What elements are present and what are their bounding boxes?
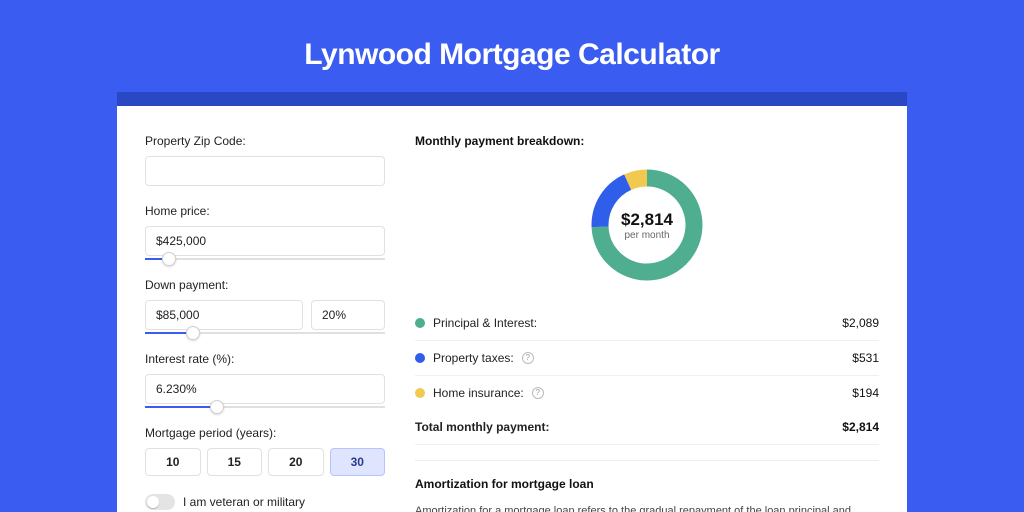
payment-donut-chart: $2,814 per month [586, 164, 708, 286]
breakdown-label: Property taxes: [433, 351, 514, 365]
info-icon[interactable]: ? [532, 387, 544, 399]
legend-dot [415, 318, 425, 328]
homeprice-label: Home price: [145, 204, 385, 218]
amortization-title: Amortization for mortgage loan [415, 477, 879, 491]
rate-label: Interest rate (%): [145, 352, 385, 366]
slider-thumb[interactable] [210, 400, 224, 414]
zip-field: Property Zip Code: [145, 134, 385, 186]
slider-thumb[interactable] [162, 252, 176, 266]
breakdown-value: $194 [852, 386, 879, 400]
breakdown-value: $531 [852, 351, 879, 365]
period-option-20[interactable]: 20 [268, 448, 324, 476]
form-panel: Property Zip Code: Home price: Down paym… [145, 134, 385, 512]
legend-dot [415, 353, 425, 363]
zip-input[interactable] [145, 156, 385, 186]
rate-slider[interactable] [145, 406, 385, 408]
breakdown-label: Principal & Interest: [433, 316, 537, 330]
rate-input[interactable] [145, 374, 385, 404]
period-label: Mortgage period (years): [145, 426, 385, 440]
period-field: Mortgage period (years): 10152030 [145, 426, 385, 476]
homeprice-slider[interactable] [145, 258, 385, 260]
breakdown-label: Home insurance: [433, 386, 524, 400]
page-title: Lynwood Mortgage Calculator [304, 38, 719, 72]
period-option-15[interactable]: 15 [207, 448, 263, 476]
total-value: $2,814 [842, 420, 879, 434]
downpayment-label: Down payment: [145, 278, 385, 292]
veteran-row: I am veteran or military [145, 494, 385, 510]
card-shadow: Property Zip Code: Home price: Down paym… [117, 92, 907, 512]
downpayment-amount-input[interactable] [145, 300, 303, 330]
donut-wrap: $2,814 per month [415, 164, 879, 286]
breakdown-panel: Monthly payment breakdown: $2,814 per mo… [415, 134, 879, 512]
zip-label: Property Zip Code: [145, 134, 385, 148]
donut-center: $2,814 per month [586, 164, 708, 286]
period-option-30[interactable]: 30 [330, 448, 386, 476]
total-label: Total monthly payment: [415, 420, 549, 434]
period-option-10[interactable]: 10 [145, 448, 201, 476]
breakdown-row: Home insurance:? $194 [415, 376, 879, 410]
page-background: Lynwood Mortgage Calculator Property Zip… [0, 0, 1024, 512]
downpayment-percent-input[interactable] [311, 300, 385, 330]
breakdown-row: Principal & Interest: $2,089 [415, 306, 879, 341]
calculator-card: Property Zip Code: Home price: Down paym… [117, 106, 907, 512]
downpayment-field: Down payment: [145, 278, 385, 334]
toggle-knob [147, 496, 159, 508]
donut-amount: $2,814 [621, 210, 673, 230]
breakdown-title: Monthly payment breakdown: [415, 134, 879, 148]
amortization-text: Amortization for a mortgage loan refers … [415, 503, 879, 512]
info-icon[interactable]: ? [522, 352, 534, 364]
rate-field: Interest rate (%): [145, 352, 385, 408]
breakdown-row: Property taxes:? $531 [415, 341, 879, 376]
homeprice-field: Home price: [145, 204, 385, 260]
veteran-label: I am veteran or military [183, 495, 305, 509]
homeprice-input[interactable] [145, 226, 385, 256]
breakdown-value: $2,089 [842, 316, 879, 330]
downpayment-slider[interactable] [145, 332, 385, 334]
donut-sub: per month [624, 230, 669, 241]
slider-thumb[interactable] [186, 326, 200, 340]
legend-dot [415, 388, 425, 398]
total-row: Total monthly payment: $2,814 [415, 410, 879, 445]
veteran-toggle[interactable] [145, 494, 175, 510]
